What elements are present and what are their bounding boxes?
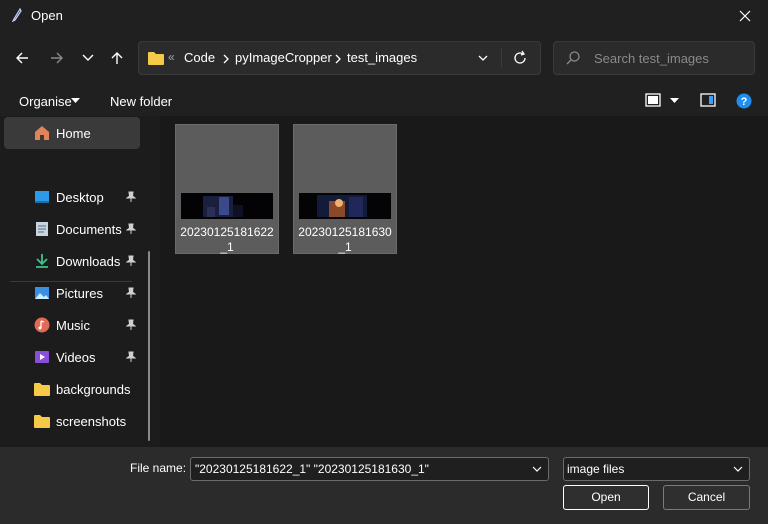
search-box[interactable]: Search test_images: [553, 41, 755, 75]
arrow-left-icon: [16, 52, 28, 64]
folder-icon: [34, 415, 50, 428]
sidebar-item-label: Home: [56, 126, 91, 141]
sidebar-item-label: screenshots: [56, 414, 127, 429]
pin-icon: [126, 223, 136, 234]
view-mode-icon[interactable]: [645, 93, 661, 107]
image-thumbnail: [299, 193, 391, 219]
chevron-down-icon: [82, 54, 94, 61]
file-type-value: image files: [567, 462, 625, 476]
file-name-label: File name:: [130, 461, 187, 475]
address-bar[interactable]: « Code pyImageCropper test_images: [138, 41, 541, 75]
folder-icon: [148, 52, 164, 65]
sidebar-item-label: backgrounds: [56, 382, 131, 397]
sidebar-item-screenshots[interactable]: screenshots: [4, 405, 140, 437]
up-button[interactable]: [103, 44, 131, 72]
file-name: 20230125181630_1: [298, 225, 392, 254]
chevron-right-icon[interactable]: [335, 54, 341, 64]
sidebar-item-label: Music: [56, 318, 90, 333]
title-bar: Open: [0, 0, 768, 32]
file-name: 20230125181622_1: [180, 225, 274, 254]
documents-icon: [36, 222, 48, 236]
address-dropdown-icon[interactable]: [477, 50, 489, 66]
folder-icon: [34, 383, 50, 396]
arrow-right-icon: [51, 52, 63, 64]
navigation-pane: Home Desktop Documents Downloads Picture…: [0, 116, 160, 447]
chevron-right-icon[interactable]: [223, 54, 229, 64]
sidebar-item-label: Videos: [56, 350, 96, 365]
help-icon[interactable]: ?: [736, 93, 752, 109]
pictures-icon: [35, 287, 49, 299]
sidebar-item-downloads[interactable]: Downloads: [4, 245, 140, 277]
file-type-select[interactable]: image files: [563, 457, 750, 481]
sidebar-item-pictures[interactable]: Pictures: [4, 277, 140, 309]
back-button[interactable]: [8, 44, 36, 72]
preview-pane-icon[interactable]: [700, 93, 716, 107]
window-title: Open: [31, 8, 63, 23]
sidebar-item-more[interactable]: [4, 437, 140, 447]
address-divider: [501, 48, 502, 68]
music-icon: [34, 317, 50, 333]
close-icon: [739, 10, 751, 22]
file-name-value: "20230125181622_1" "20230125181630_1": [195, 462, 429, 476]
refresh-icon[interactable]: [513, 50, 527, 66]
sidebar-item-label: Pictures: [56, 286, 103, 301]
close-button[interactable]: [722, 0, 768, 32]
search-icon: [566, 51, 580, 65]
arrow-up-icon: [111, 52, 123, 64]
breadcrumb-pyimagecropper[interactable]: pyImageCropper: [235, 50, 332, 65]
sidebar-item-label: Documents: [56, 222, 122, 237]
breadcrumb-code[interactable]: Code: [184, 50, 215, 65]
recent-locations-button[interactable]: [74, 44, 102, 72]
pin-icon: [126, 191, 136, 202]
dialog-footer: File name: "20230125181622_1" "202301251…: [0, 447, 768, 524]
command-bar: Organise New folder ?: [0, 86, 768, 116]
sidebar-item-videos[interactable]: Videos: [4, 341, 140, 373]
sidebar-item-label: Desktop: [56, 190, 104, 205]
sidebar-scrollbar[interactable]: [148, 251, 150, 441]
file-item[interactable]: 20230125181630_1: [293, 124, 397, 254]
caret-down-icon: [71, 98, 80, 103]
chevron-down-icon: [733, 466, 743, 472]
forward-button[interactable]: [43, 44, 71, 72]
open-button[interactable]: Open: [563, 485, 649, 510]
cancel-button[interactable]: Cancel: [663, 485, 750, 510]
file-name-field[interactable]: "20230125181622_1" "20230125181630_1": [190, 457, 549, 481]
pin-icon: [126, 319, 136, 330]
sidebar-item-label: Downloads: [56, 254, 121, 269]
downloads-icon: [36, 254, 48, 268]
image-thumbnail: [181, 193, 273, 219]
sidebar-item-backgrounds[interactable]: backgrounds: [4, 373, 140, 405]
file-list: 20230125181622_1 20230125181630_1: [160, 116, 768, 447]
sidebar-item-desktop[interactable]: Desktop: [4, 181, 140, 213]
videos-icon: [35, 351, 49, 363]
desktop-icon: [35, 191, 49, 203]
pin-icon: [126, 351, 136, 362]
caret-down-icon[interactable]: [670, 98, 679, 103]
feather-pen-icon: [11, 8, 22, 22]
sidebar-item-documents[interactable]: Documents: [4, 213, 140, 245]
organise-button[interactable]: Organise: [19, 94, 72, 109]
sidebar-item-home[interactable]: Home: [4, 117, 140, 149]
new-folder-button[interactable]: New folder: [110, 94, 172, 109]
pin-icon: [126, 255, 136, 266]
breadcrumb-test-images[interactable]: test_images: [347, 50, 417, 65]
breadcrumb-overflow[interactable]: «: [168, 50, 175, 64]
file-item[interactable]: 20230125181622_1: [175, 124, 279, 254]
search-input[interactable]: Search test_images: [594, 51, 709, 66]
pin-icon: [126, 287, 136, 298]
chevron-down-icon[interactable]: [532, 466, 542, 472]
home-icon: [35, 126, 49, 140]
svg-text:?: ?: [741, 96, 748, 108]
sidebar-item-music[interactable]: Music: [4, 309, 140, 341]
